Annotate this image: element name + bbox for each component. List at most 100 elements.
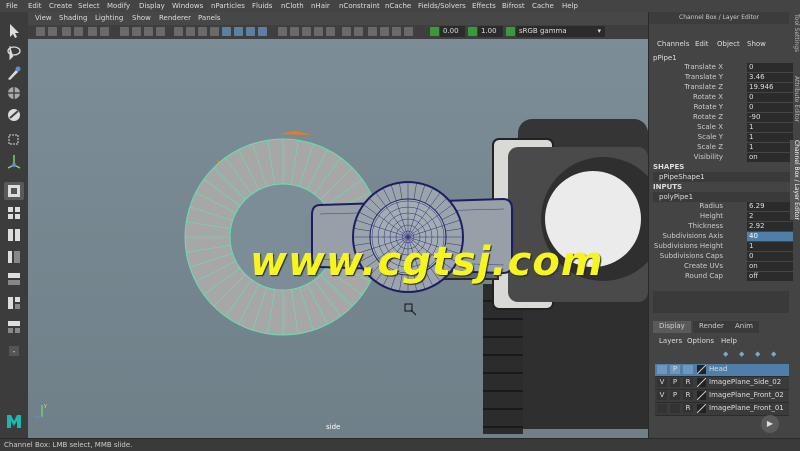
layer-visibility-toggle[interactable]: V <box>657 378 667 387</box>
move-up-icon[interactable]: ◆ <box>755 350 760 358</box>
layer-visibility-toggle[interactable]: V <box>657 391 667 400</box>
image-plane-icon[interactable] <box>74 27 83 36</box>
view-transform-toggle-icon[interactable] <box>506 27 515 36</box>
hypershade-layout-icon[interactable] <box>4 294 24 312</box>
attribute-value-field[interactable]: on <box>747 262 793 271</box>
film-gate-icon[interactable] <box>88 27 97 36</box>
channel-menu-show[interactable]: Show <box>747 40 766 50</box>
ambient-occlusion-icon[interactable] <box>290 27 299 36</box>
input-node[interactable]: polyPipe1 <box>653 192 795 202</box>
single-view-layout-icon[interactable] <box>4 182 24 200</box>
layer-color-swatch[interactable] <box>696 377 707 388</box>
soft-select-icon[interactable] <box>392 27 401 36</box>
layer-menu-options[interactable]: Options <box>687 337 714 347</box>
manipulator-icon[interactable] <box>4 152 24 170</box>
menu-ncloth[interactable]: nCloth <box>281 2 304 10</box>
menu-edit[interactable]: Edit <box>28 2 42 10</box>
attribute-value-field[interactable]: 19.946 <box>747 83 793 92</box>
layer-row[interactable]: V P R ImagePlane_Front_02 <box>655 390 789 403</box>
layer-playback-toggle[interactable]: P <box>670 378 680 387</box>
menu-file[interactable]: File <box>6 2 18 10</box>
layer-color-swatch[interactable] <box>696 403 707 414</box>
menu-fields-solvers[interactable]: Fields/Solvers <box>418 2 466 10</box>
side-tab-attribute-editor[interactable]: Attribute Editor <box>790 76 800 122</box>
channel-menu-channels[interactable]: Channels <box>657 40 689 50</box>
attribute-value-field[interactable]: 0 <box>747 93 793 102</box>
viewport-menu-lighting[interactable]: Lighting <box>95 14 123 22</box>
layer-row[interactable]: P Head <box>655 364 789 377</box>
menu-nconstraint[interactable]: nConstraint <box>339 2 380 10</box>
attribute-value-field[interactable]: 0 <box>747 103 793 112</box>
menu-effects[interactable]: Effects <box>472 2 496 10</box>
persp-graph-layout-icon[interactable] <box>4 318 24 336</box>
safe-title-icon[interactable] <box>144 27 153 36</box>
menu-ncache[interactable]: nCache <box>385 2 411 10</box>
menu-display[interactable]: Display <box>139 2 165 10</box>
layer-reference-toggle[interactable] <box>683 365 693 374</box>
rotate-tool-icon[interactable] <box>4 106 24 124</box>
viewport-menu-renderer[interactable]: Renderer <box>159 14 191 22</box>
shadows-icon[interactable] <box>234 27 243 36</box>
side-tab-tool-settings[interactable]: Tool Settings <box>790 14 800 52</box>
attribute-value-field[interactable]: 3.46 <box>747 73 793 82</box>
layer-reference-toggle[interactable]: R <box>683 391 693 400</box>
gamma-field[interactable]: 1.00 <box>478 26 503 37</box>
layer-color-swatch[interactable] <box>696 364 707 375</box>
attribute-value-field[interactable]: 0 <box>747 252 793 261</box>
menu-fluids[interactable]: Fluids <box>252 2 272 10</box>
layer-playback-toggle[interactable]: P <box>670 391 680 400</box>
two-view-layout-icon[interactable] <box>4 226 24 244</box>
viewport-panel[interactable]: y www.cgtsj.com side <box>28 39 648 438</box>
textured-icon[interactable] <box>210 27 219 36</box>
layout-options-icon[interactable]: - <box>4 342 24 360</box>
use-all-lights-icon[interactable] <box>222 27 231 36</box>
xray-joints-icon[interactable] <box>258 27 267 36</box>
gamma-icon[interactable] <box>354 27 363 36</box>
attribute-value-field[interactable]: 1 <box>747 123 793 132</box>
attribute-value-field[interactable]: 1 <box>747 242 793 251</box>
new-layer-selected-icon[interactable]: ◆ <box>739 350 744 358</box>
hud-icon[interactable] <box>368 27 377 36</box>
grid-icon[interactable] <box>120 27 129 36</box>
layer-reference-toggle[interactable]: R <box>683 404 693 413</box>
four-view-layout-icon[interactable] <box>4 204 24 222</box>
color-management-icon[interactable] <box>404 27 413 36</box>
field-chart-icon[interactable] <box>156 27 165 36</box>
attribute-value-field[interactable]: 6.29 <box>747 202 793 211</box>
tab-display[interactable]: Display <box>653 321 691 333</box>
menu-nparticles[interactable]: nParticles <box>211 2 245 10</box>
lasso-tool-icon[interactable] <box>4 44 24 62</box>
attribute-value-field[interactable]: off <box>747 272 793 281</box>
menu-create[interactable]: Create <box>49 2 72 10</box>
layer-color-swatch[interactable] <box>696 390 707 401</box>
color-space-dropdown[interactable]: sRGB gamma ▾ <box>516 26 605 37</box>
menu-windows[interactable]: Windows <box>172 2 203 10</box>
layer-visibility-toggle[interactable] <box>657 404 667 413</box>
anti-aliasing-icon[interactable] <box>314 27 323 36</box>
graph-layout-icon[interactable] <box>4 270 24 288</box>
layer-menu-layers[interactable]: Layers <box>659 337 682 347</box>
attribute-value-field[interactable]: -90 <box>747 113 793 122</box>
paint-select-icon[interactable] <box>4 64 24 82</box>
layer-menu-help[interactable]: Help <box>721 337 737 347</box>
menu-select[interactable]: Select <box>78 2 100 10</box>
outliner-layout-icon[interactable] <box>4 248 24 266</box>
isolate-select-icon[interactable] <box>278 27 287 36</box>
menu-bifrost[interactable]: Bifrost <box>502 2 525 10</box>
layer-playback-toggle[interactable]: P <box>670 365 680 374</box>
layer-visibility-toggle[interactable] <box>657 365 667 374</box>
menu-nhair[interactable]: nHair <box>311 2 330 10</box>
camera-select-icon[interactable] <box>36 27 45 36</box>
attribute-value-field[interactable]: 1 <box>747 143 793 152</box>
exposure-toggle-icon[interactable] <box>430 27 439 36</box>
select-tool-icon[interactable] <box>4 22 24 40</box>
depth-of-field-icon[interactable] <box>326 27 335 36</box>
tab-anim[interactable]: Anim <box>729 321 759 333</box>
move-tool-icon[interactable] <box>4 84 24 102</box>
menu-help[interactable]: Help <box>562 2 578 10</box>
move-down-icon[interactable]: ◆ <box>771 350 776 358</box>
attribute-value-field[interactable]: 1 <box>747 133 793 142</box>
motion-blur-icon[interactable] <box>302 27 311 36</box>
viewport-menu-shading[interactable]: Shading <box>59 14 87 22</box>
resolution-gate-icon[interactable] <box>100 27 109 36</box>
